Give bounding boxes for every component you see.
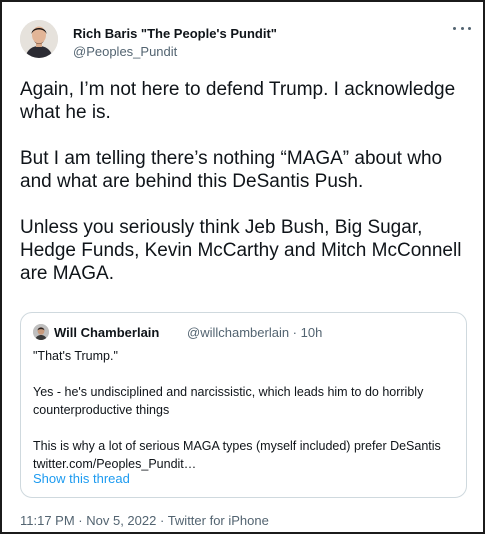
- tweet-paragraph: Again, I’m not here to defend Trump. I a…: [20, 79, 456, 123]
- separator: ·: [74, 513, 87, 528]
- tweet-source-link[interactable]: Twitter for iPhone: [168, 513, 269, 528]
- author-name[interactable]: Rich Baris "The People's Pundit": [73, 26, 277, 41]
- tweet-paragraph: But I am telling there’s nothing “MAGA” …: [20, 148, 443, 192]
- tweet-paragraph: Unless you seriously think Jeb Bush, Big…: [20, 217, 462, 284]
- quoted-paragraph: Yes - he's undisciplined and narcissisti…: [33, 385, 424, 417]
- separator: ·: [156, 513, 168, 528]
- avatar-portrait: [20, 20, 58, 58]
- author-handle[interactable]: @Peoples_Pundit: [73, 44, 177, 59]
- tweet-text: Again, I’m not here to defend Trump. I a…: [20, 78, 475, 285]
- tweet-time-link[interactable]: 11:17 PM: [20, 513, 75, 528]
- tweet-date-link[interactable]: Nov 5, 2022: [86, 513, 156, 528]
- quoted-author-name[interactable]: Will Chamberlain: [54, 325, 159, 340]
- quoted-tweet[interactable]: Will Chamberlain @willchamberlain · 10h …: [20, 312, 467, 498]
- quoted-author-avatar[interactable]: [33, 324, 49, 340]
- quoted-paragraph: This is why a lot of serious MAGA types …: [33, 439, 441, 471]
- quoted-author-meta[interactable]: @willchamberlain · 10h: [187, 325, 322, 340]
- quoted-paragraph: "That's Trump.": [33, 349, 118, 363]
- show-thread-link[interactable]: Show this thread: [33, 471, 130, 486]
- more-options-icon[interactable]: [453, 22, 471, 34]
- author-avatar[interactable]: [20, 20, 58, 58]
- quoted-avatar-portrait: [33, 324, 49, 340]
- tweet-card: Rich Baris "The People's Pundit" @People…: [0, 0, 485, 534]
- tweet-timestamp: 11:17 PM · Nov 5, 2022 · Twitter for iPh…: [20, 513, 269, 528]
- quoted-tweet-text: "That's Trump." Yes - he's undisciplined…: [33, 347, 458, 473]
